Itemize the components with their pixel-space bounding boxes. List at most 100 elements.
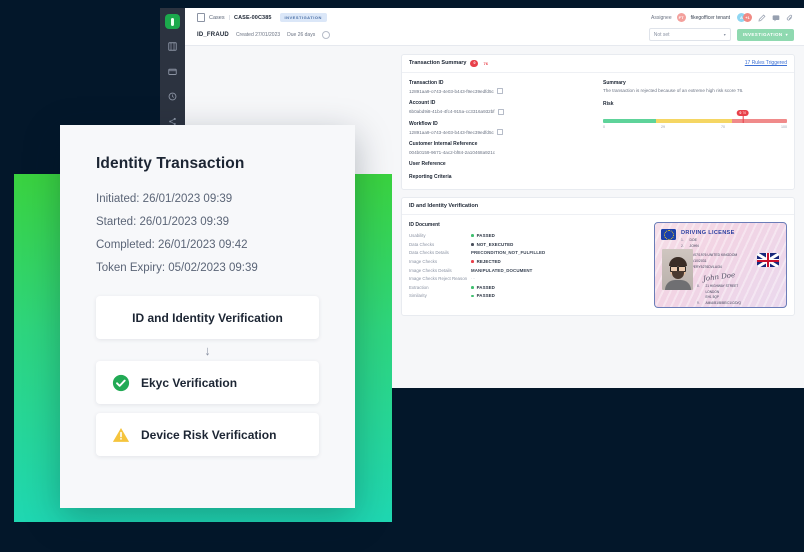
portrait-face <box>664 257 691 291</box>
chevron-down-icon: ▾ <box>723 32 726 37</box>
field-value: 6b0abd9i8-41b4-4fc4-915a-cc3316a932bf <box>409 108 593 115</box>
field-value-text: 6b0abd9i8-41b4-4fc4-915a-cc3316a932bf <box>409 109 495 115</box>
licence-line-text: AVERY5276DVLA/34 <box>689 264 722 269</box>
step-device-risk-verification[interactable]: Device Risk Verification <box>96 413 319 456</box>
check-value: PASSED <box>476 284 495 290</box>
copy-icon[interactable] <box>496 129 503 136</box>
case-icon <box>197 13 205 22</box>
step-ekyc-verification[interactable]: Ekyc Verification <box>96 361 319 404</box>
breadcrumb-case-id: CASE-00C385 <box>234 14 272 21</box>
licence-line-text: AM/A/B1/B/BE/C1/C/D/Q <box>705 301 741 306</box>
app-logo[interactable] <box>165 14 180 29</box>
status-dot-pass-icon <box>471 234 474 238</box>
breadcrumb-root[interactable]: Cases <box>209 15 225 21</box>
licence-line-num: 2. <box>681 243 684 248</box>
transaction-summary-label: Transaction Summary <box>409 60 467 67</box>
check-row: Image Checks REJECTED <box>409 259 646 264</box>
clock-icon[interactable] <box>166 89 180 103</box>
licence-line: EH1 5QP <box>697 295 741 299</box>
eu-flag-icon <box>661 229 676 241</box>
check-value: PRECONDITION_NOT_FULFILLED <box>471 250 546 256</box>
arrow-down-icon: ↓ <box>204 342 211 358</box>
risk-badge-value: 76 <box>483 60 488 66</box>
copy-icon[interactable] <box>497 108 504 115</box>
folder-icon[interactable] <box>166 64 180 78</box>
check-value: REJECTED <box>476 259 501 265</box>
gauge-tick: 100 <box>781 124 787 129</box>
summary-label: Summary <box>603 79 626 86</box>
licence-line: 2. JOHN <box>681 244 753 248</box>
verification-steps: ID and Identity Verification ↓ Ekyc Veri… <box>96 296 319 456</box>
case-type: ID_FRAUD <box>197 31 229 38</box>
risk-gauge-value: 76 <box>742 111 747 116</box>
driving-licence-image[interactable]: DRIVING LICENSE 1.DOE 2.JOHN 3.16/07/197… <box>654 222 787 309</box>
case-status-button[interactable]: INVESTIGATION ▾ <box>736 28 794 41</box>
gauge-tick: 29 <box>661 124 665 129</box>
licence-line-text: 16/07/1976 UNITED KINGDOM <box>689 253 738 258</box>
risk-gauge-needle <box>742 116 744 124</box>
risk-gauge-badge-label: 0 <box>739 111 742 116</box>
window-top-bar <box>160 0 804 8</box>
check-key: Image Checks <box>409 259 438 265</box>
risk-gauge: 0 76 0 29 70 100 <box>603 110 787 129</box>
check-row: Extraction PASSED <box>409 285 646 290</box>
check-key: Image Checks Details <box>409 267 452 273</box>
licence-line-text: DOE <box>689 238 697 243</box>
id-verification-title: ID and Identity Verification <box>409 203 479 210</box>
check-key: Similarity <box>409 293 427 299</box>
field-value: 12891aa9-o743-4e03-b443-f9ec39edfd5c <box>409 129 593 136</box>
step-id-and-identity-verification[interactable]: ID and Identity Verification <box>96 296 319 339</box>
copy-icon[interactable] <box>496 88 503 95</box>
avatar-overflow[interactable]: +1 <box>743 13 752 22</box>
status-dot-pass-icon <box>471 286 474 289</box>
grid-icon[interactable] <box>166 39 180 53</box>
field-label: Account ID <box>409 100 436 107</box>
sla-clock-icon <box>322 30 331 39</box>
licence-line-num <box>697 290 703 294</box>
check-value: NOT_EXECUTED <box>476 241 514 247</box>
gauge-zone-medium <box>656 119 732 124</box>
header-actions: Assignee FT fikegofficer tenant A +1 <box>651 13 794 22</box>
id-verification-card: ID and Identity Verification ID Document… <box>401 197 795 317</box>
check-row: Image Checks Details MANIPULATED_DOCUMEN… <box>409 268 646 273</box>
check-row: Data Checks NOT_EXECUTED <box>409 242 646 247</box>
warning-triangle-icon <box>112 426 130 444</box>
field-label: Transaction ID <box>409 79 444 86</box>
right-column: Transaction Summary 0 76 17 Rules Trigge… <box>401 54 795 380</box>
case-created: Created 27/01/2023 <box>235 31 281 38</box>
token-expiry-timestamp: Token Expiry: 05/02/2023 09:39 <box>96 262 258 274</box>
licence-address: 8. 21 HIGHWAY STREET LONDON EH1 5QP 9. AM/… <box>697 284 741 306</box>
step-label: ID and Identity Verification <box>132 310 283 325</box>
uk-flag-icon <box>757 253 779 268</box>
breadcrumb: Cases | CASE-00C385 INVESTIGATION <box>197 13 327 22</box>
transaction-summary-card: Transaction Summary 0 76 17 Rules Trigge… <box>401 54 795 191</box>
risk-gauge-bar <box>603 119 787 124</box>
rules-triggered-link[interactable]: 17 Rules Triggered <box>745 60 787 66</box>
licence-line-num: 1. <box>681 238 684 243</box>
status-badge: INVESTIGATION <box>279 13 327 22</box>
licence-line: 9. AM/A/B1/B/BE/C1/C/D/Q <box>697 301 741 305</box>
gauge-zone-low <box>603 119 657 124</box>
started-timestamp: Started: 26/01/2023 09:39 <box>96 216 229 228</box>
severity-select[interactable]: Not set ▾ <box>648 28 731 41</box>
check-row: Data Checks Details PRECONDITION_NOT_FUL… <box>409 250 646 255</box>
case-due: Due 26 days <box>287 31 316 38</box>
check-value: MANIPULATED_DOCUMENT <box>471 267 533 273</box>
status-dot-pass-icon <box>471 294 474 298</box>
watcher-avatars[interactable]: A +1 <box>737 13 752 22</box>
field-value: 004b0159-9671-4ac2-bf84-2a10468a921c <box>409 150 593 155</box>
attachment-icon[interactable] <box>785 13 794 22</box>
avatar[interactable]: FT <box>676 13 686 22</box>
summary-text: The transaction is rejected because of a… <box>603 88 744 94</box>
step-label: Device Risk Verification <box>141 427 277 442</box>
field-value: 12891aa9-o743-4e03-b443-f9ec39edfd5c <box>409 88 593 95</box>
check-row: Usability PASSED <box>409 233 646 238</box>
case-status-label: INVESTIGATION <box>742 32 783 37</box>
comment-icon[interactable] <box>771 13 780 22</box>
transaction-summary-title: Transaction Summary 0 76 <box>409 60 488 67</box>
licence-line: 1. DOE <box>681 238 753 242</box>
completed-timestamp: Completed: 26/01/2023 09:42 <box>96 239 248 251</box>
licence-line-text: LONDON <box>705 289 720 294</box>
licence-line-text: 21 HIGHWAY STREET <box>705 284 739 289</box>
edit-icon[interactable] <box>757 13 766 22</box>
